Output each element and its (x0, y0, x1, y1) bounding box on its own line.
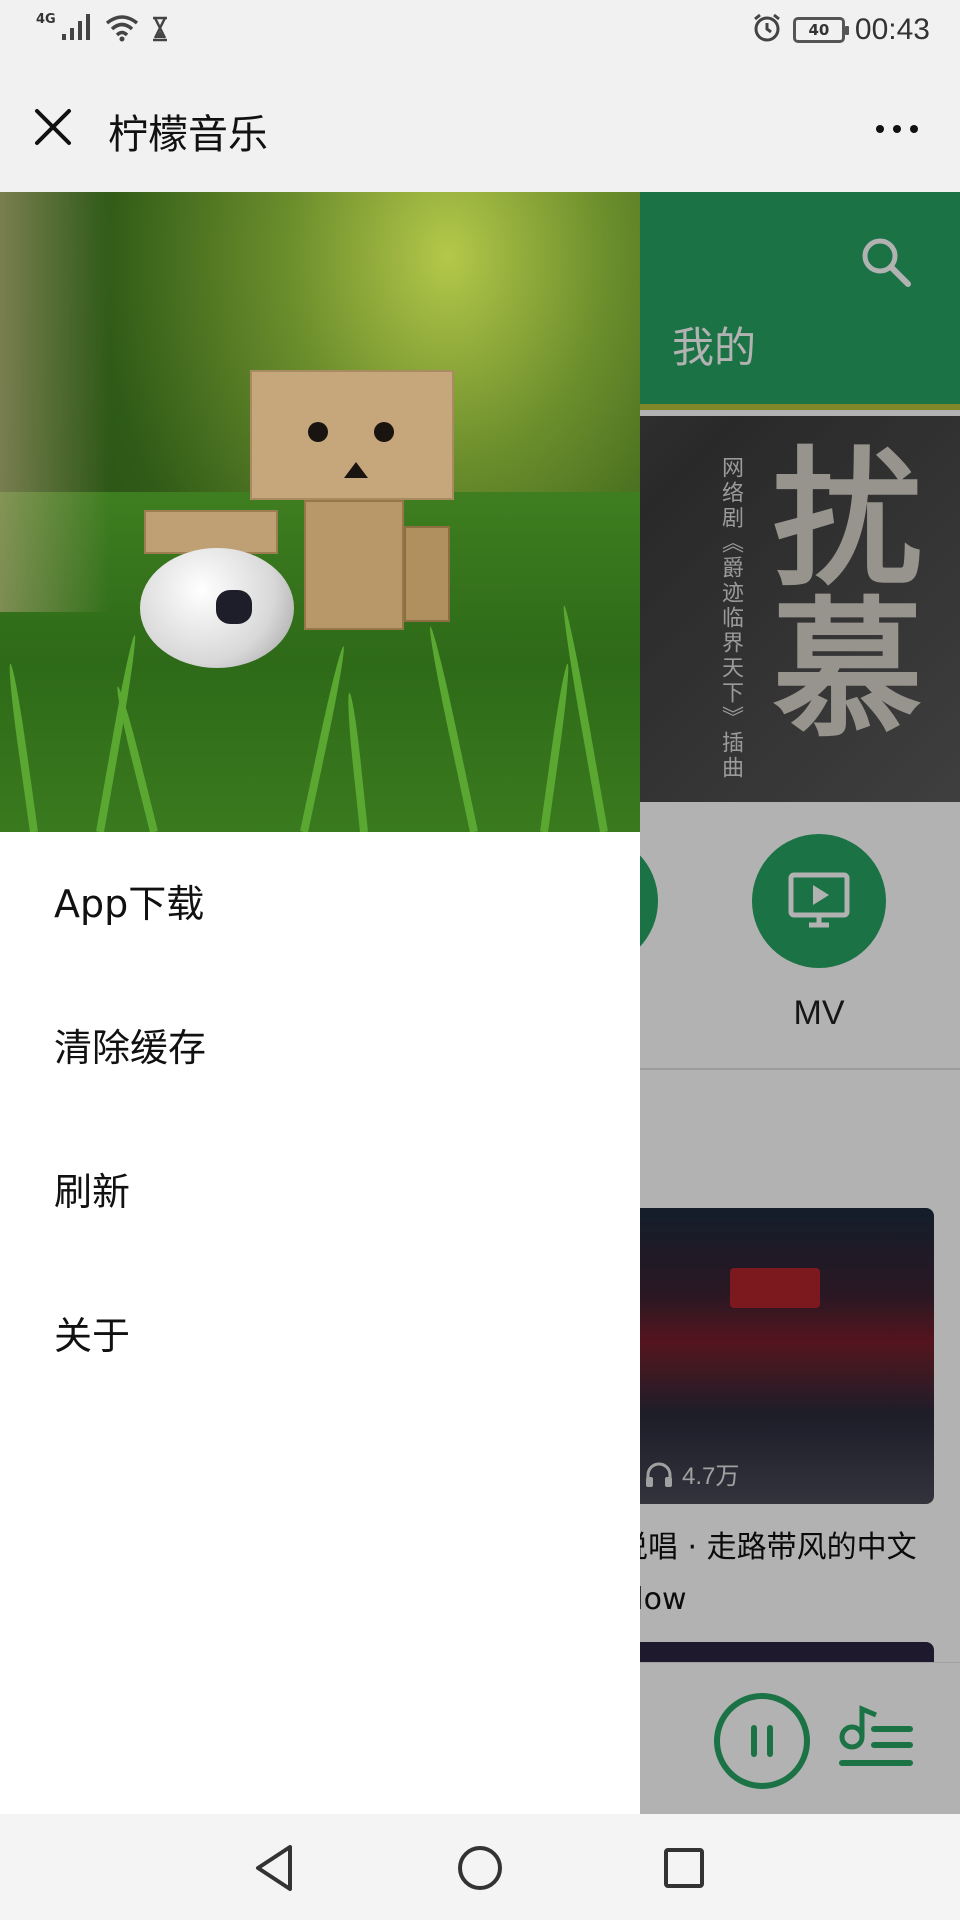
recents-icon (664, 1848, 704, 1888)
signal-icon (60, 12, 94, 46)
wifi-icon (104, 12, 140, 46)
drawer-menu: App下载 清除缓存 刷新 关于 (0, 832, 640, 1408)
drawer-header-image (0, 192, 640, 832)
soccer-ball (140, 548, 294, 668)
menu-item-app-download[interactable]: App下载 (0, 832, 640, 976)
hourglass-icon (150, 16, 170, 46)
more-button[interactable] (862, 104, 932, 154)
page-title: 柠檬音乐 (108, 112, 268, 158)
status-left: 4G (36, 12, 170, 46)
status-right: 40 00:43 (751, 12, 930, 48)
menu-item-refresh[interactable]: 刷新 (0, 1120, 640, 1264)
home-icon (458, 1846, 502, 1890)
menu-item-clear-cache[interactable]: 清除缓存 (0, 976, 640, 1120)
home-button[interactable] (452, 1840, 508, 1896)
box-robot (250, 370, 454, 500)
system-nav-bar (0, 1814, 960, 1920)
more-icon (876, 125, 884, 133)
back-icon (256, 1845, 292, 1891)
menu-item-about[interactable]: 关于 (0, 1264, 640, 1408)
back-button[interactable] (246, 1840, 302, 1896)
network-type: 4G (36, 12, 56, 27)
close-button[interactable] (28, 102, 78, 152)
clock: 00:43 (854, 13, 930, 46)
status-bar: 4G 40 00:43 (0, 0, 960, 64)
title-bar: 柠檬音乐 (0, 64, 960, 192)
battery-icon: 40 (792, 17, 849, 43)
recents-button[interactable] (656, 1840, 712, 1896)
battery-level: 40 (808, 21, 830, 39)
alarm-icon (751, 12, 783, 48)
side-drawer: App下载 清除缓存 刷新 关于 (0, 192, 640, 1814)
close-icon (35, 109, 71, 145)
